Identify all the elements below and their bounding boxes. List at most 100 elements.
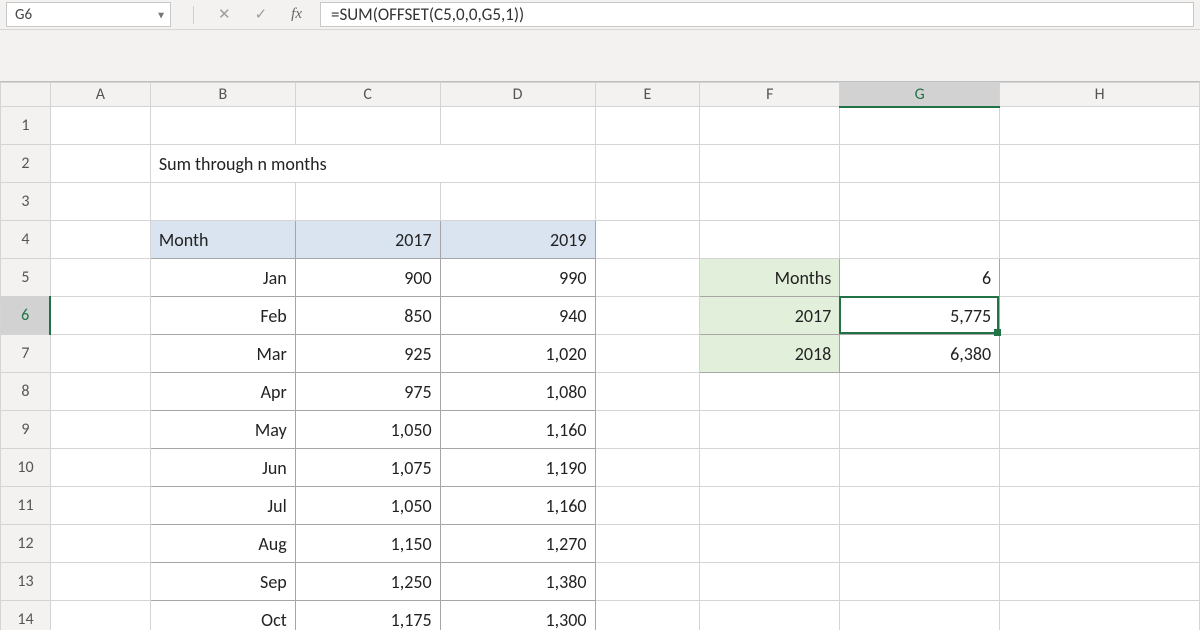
cell-G7[interactable]: 6,380 (840, 335, 1000, 373)
cell-C8[interactable]: 975 (295, 373, 440, 411)
cell-D5[interactable]: 990 (440, 259, 595, 297)
cell-A6[interactable] (50, 297, 150, 335)
row-header-8[interactable]: 8 (1, 373, 51, 411)
cell-H3[interactable] (1000, 183, 1200, 221)
cell-F2[interactable] (700, 145, 840, 183)
row-header-5[interactable]: 5 (1, 259, 51, 297)
cell-F9[interactable] (700, 411, 840, 449)
cell-C9[interactable]: 1,050 (295, 411, 440, 449)
cell-A4[interactable] (50, 221, 150, 259)
name-box[interactable]: G6 ▼ (6, 2, 171, 27)
row-header-4[interactable]: 4 (1, 221, 51, 259)
cell-H12[interactable] (1000, 525, 1200, 563)
cell-D11[interactable]: 1,160 (440, 487, 595, 525)
row-header-7[interactable]: 7 (1, 335, 51, 373)
cell-B4[interactable]: Month (150, 221, 295, 259)
cell-F1[interactable] (700, 107, 840, 145)
row-header-6[interactable]: 6 (1, 297, 51, 335)
name-box-dropdown-icon[interactable]: ▼ (156, 8, 166, 21)
row-header-13[interactable]: 13 (1, 563, 51, 601)
cell-A14[interactable] (50, 601, 150, 630)
cell-D9[interactable]: 1,160 (440, 411, 595, 449)
sheet-table[interactable]: A B C D E F G H 1 (0, 82, 1200, 630)
cell-C11[interactable]: 1,050 (295, 487, 440, 525)
cell-H1[interactable] (1000, 107, 1200, 145)
cell-H6[interactable] (1000, 297, 1200, 335)
cell-E2[interactable] (595, 145, 700, 183)
col-header-F[interactable]: F (700, 83, 840, 107)
cell-F10[interactable] (700, 449, 840, 487)
select-all-corner[interactable] (1, 83, 51, 107)
cell-C14[interactable]: 1,175 (295, 601, 440, 630)
cell-E4[interactable] (595, 221, 700, 259)
col-header-D[interactable]: D (440, 83, 595, 107)
cell-D1[interactable] (440, 107, 595, 145)
cancel-icon[interactable]: ✕ (218, 5, 231, 24)
cell-D3[interactable] (440, 183, 595, 221)
cell-B10[interactable]: Jun (150, 449, 295, 487)
cell-B2-title[interactable]: Sum through n months (150, 145, 595, 183)
cell-D14[interactable]: 1,300 (440, 601, 595, 630)
cell-C13[interactable]: 1,250 (295, 563, 440, 601)
row-header-11[interactable]: 11 (1, 487, 51, 525)
cell-A12[interactable] (50, 525, 150, 563)
cell-E8[interactable] (595, 373, 700, 411)
col-header-C[interactable]: C (295, 83, 440, 107)
cell-C3[interactable] (295, 183, 440, 221)
col-header-H[interactable]: H (1000, 83, 1200, 107)
cell-B7[interactable]: Mar (150, 335, 295, 373)
col-header-E[interactable]: E (595, 83, 700, 107)
col-header-G[interactable]: G (840, 83, 1000, 107)
confirm-icon[interactable]: ✓ (255, 5, 268, 24)
cell-B11[interactable]: Jul (150, 487, 295, 525)
cell-H7[interactable] (1000, 335, 1200, 373)
cell-B1[interactable] (150, 107, 295, 145)
cell-A13[interactable] (50, 563, 150, 601)
cell-E14[interactable] (595, 601, 700, 630)
cell-G3[interactable] (840, 183, 1000, 221)
cell-E3[interactable] (595, 183, 700, 221)
cell-G13[interactable] (840, 563, 1000, 601)
cell-E5[interactable] (595, 259, 700, 297)
row-header-3[interactable]: 3 (1, 183, 51, 221)
cell-B3[interactable] (150, 183, 295, 221)
cell-G4[interactable] (840, 221, 1000, 259)
cell-F8[interactable] (700, 373, 840, 411)
row-header-10[interactable]: 10 (1, 449, 51, 487)
cell-B8[interactable]: Apr (150, 373, 295, 411)
row-header-14[interactable]: 14 (1, 601, 51, 630)
cell-G8[interactable] (840, 373, 1000, 411)
cell-F7[interactable]: 2018 (700, 335, 840, 373)
cell-E10[interactable] (595, 449, 700, 487)
cell-C10[interactable]: 1,075 (295, 449, 440, 487)
col-header-B[interactable]: B (150, 83, 295, 107)
cell-H11[interactable] (1000, 487, 1200, 525)
cell-D10[interactable]: 1,190 (440, 449, 595, 487)
cell-G5[interactable]: 6 (840, 259, 1000, 297)
cell-E7[interactable] (595, 335, 700, 373)
cell-D4[interactable]: 2019 (440, 221, 595, 259)
cell-D12[interactable]: 1,270 (440, 525, 595, 563)
cell-F11[interactable] (700, 487, 840, 525)
cell-H5[interactable] (1000, 259, 1200, 297)
cell-H8[interactable] (1000, 373, 1200, 411)
row-header-9[interactable]: 9 (1, 411, 51, 449)
cell-E9[interactable] (595, 411, 700, 449)
cell-G11[interactable] (840, 487, 1000, 525)
cell-B13[interactable]: Sep (150, 563, 295, 601)
cell-E11[interactable] (595, 487, 700, 525)
cell-H13[interactable] (1000, 563, 1200, 601)
cell-G9[interactable] (840, 411, 1000, 449)
cell-B12[interactable]: Aug (150, 525, 295, 563)
row-header-2[interactable]: 2 (1, 145, 51, 183)
cell-G2[interactable] (840, 145, 1000, 183)
cell-A3[interactable] (50, 183, 150, 221)
cell-A1[interactable] (50, 107, 150, 145)
cell-B5[interactable]: Jan (150, 259, 295, 297)
cell-A10[interactable] (50, 449, 150, 487)
cell-D7[interactable]: 1,020 (440, 335, 595, 373)
cell-A9[interactable] (50, 411, 150, 449)
cell-H9[interactable] (1000, 411, 1200, 449)
cell-F13[interactable] (700, 563, 840, 601)
formula-input[interactable]: =SUM(OFFSET(C5,0,0,G5,1)) (320, 2, 1194, 27)
